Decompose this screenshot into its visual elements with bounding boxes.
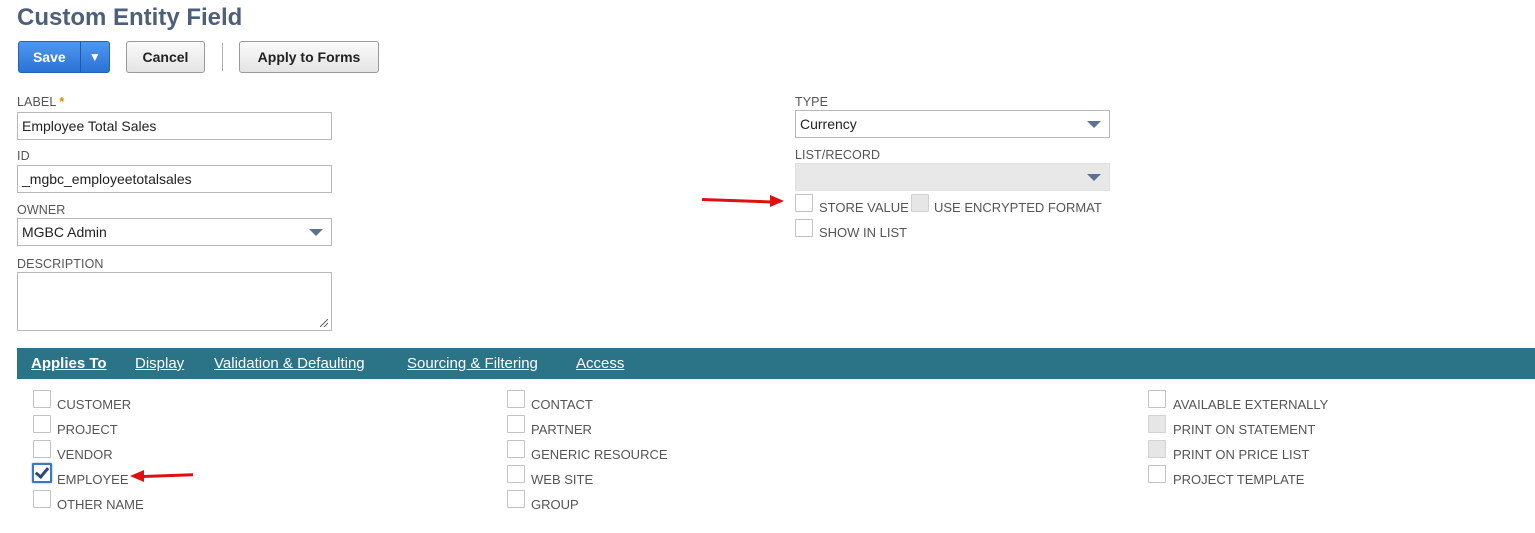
print-on-price-list-checkbox — [1148, 440, 1166, 458]
owner-field-label: OWNER — [17, 203, 66, 217]
chevron-down-icon — [1087, 174, 1101, 181]
store-value-checkbox[interactable] — [795, 194, 813, 212]
cancel-button[interactable]: Cancel — [126, 41, 205, 73]
resize-grip-icon[interactable] — [320, 319, 328, 327]
save-button-group: Save ▼ — [18, 41, 110, 73]
required-mark: * — [59, 95, 65, 109]
tab-validation-defaulting[interactable]: Validation & Defaulting — [214, 355, 365, 372]
print-on-statement-label: PRINT ON STATEMENT — [1173, 422, 1316, 437]
generic-resource-checkbox[interactable] — [507, 440, 525, 458]
partner-checkbox[interactable] — [507, 415, 525, 433]
chevron-down-icon — [1087, 121, 1101, 128]
owner-select-value: MGBC Admin — [22, 224, 107, 240]
description-textarea[interactable] — [17, 272, 332, 331]
employee-checkbox[interactable] — [32, 463, 52, 483]
project-template-checkbox[interactable] — [1148, 465, 1166, 483]
list-record-select — [795, 163, 1110, 191]
group-label: GROUP — [531, 497, 579, 512]
page-title: Custom Entity Field — [17, 4, 243, 31]
group-checkbox[interactable] — [507, 490, 525, 508]
other-name-label: OTHER NAME — [57, 497, 144, 512]
customer-label: CUSTOMER — [57, 397, 132, 412]
list-record-field-label: LIST/RECORD — [795, 148, 881, 162]
project-label: PROJECT — [57, 422, 118, 437]
show-in-list-checkbox[interactable] — [795, 219, 813, 237]
customer-checkbox[interactable] — [33, 390, 51, 408]
save-menu-chevron-down-icon[interactable]: ▼ — [79, 42, 109, 72]
contact-checkbox[interactable] — [507, 390, 525, 408]
partner-label: PARTNER — [531, 422, 592, 437]
annotation-arrow-shaft — [142, 473, 194, 478]
description-field-label: DESCRIPTION — [17, 257, 104, 271]
annotation-arrow-right-icon — [770, 195, 784, 207]
contact-label: CONTACT — [531, 397, 593, 412]
print-on-statement-checkbox — [1148, 415, 1166, 433]
web-site-label: WEB SITE — [531, 472, 594, 487]
project-template-label: PROJECT TEMPLATE — [1173, 472, 1305, 487]
subtab-bar: Applies To Display Validation & Defaulti… — [17, 348, 1535, 379]
project-checkbox[interactable] — [33, 415, 51, 433]
show-in-list-label: SHOW IN LIST — [819, 225, 908, 240]
available-externally-checkbox[interactable] — [1148, 390, 1166, 408]
annotation-arrow-shaft — [701, 198, 773, 204]
use-encrypted-format-checkbox — [911, 194, 929, 212]
annotation-arrow-left-icon — [130, 470, 144, 482]
tab-sourcing-filtering[interactable]: Sourcing & Filtering — [407, 355, 538, 372]
apply-to-forms-button[interactable]: Apply to Forms — [239, 41, 379, 73]
id-field-label: ID — [17, 149, 30, 163]
label-field-label-text: LABEL — [17, 95, 57, 109]
employee-label: EMPLOYEE — [57, 472, 129, 487]
save-button[interactable]: Save — [19, 42, 80, 72]
generic-resource-label: GENERIC RESOURCE — [531, 447, 668, 462]
toolbar-divider — [222, 43, 223, 71]
id-input[interactable]: _mgbc_employeetotalsales — [17, 165, 332, 193]
chevron-down-icon — [309, 229, 323, 236]
vendor-label: VENDOR — [57, 447, 113, 462]
store-value-label: STORE VALUE — [819, 200, 909, 215]
label-input[interactable]: Employee Total Sales — [17, 112, 332, 140]
available-externally-label: AVAILABLE EXTERNALLY — [1173, 397, 1329, 412]
label-field-label: LABEL * — [17, 95, 64, 109]
type-field-label: TYPE — [795, 95, 829, 109]
type-select[interactable]: Currency — [795, 110, 1110, 138]
vendor-checkbox[interactable] — [33, 440, 51, 458]
use-encrypted-format-label: USE ENCRYPTED FORMAT — [934, 200, 1102, 215]
print-on-price-list-label: PRINT ON PRICE LIST — [1173, 447, 1310, 462]
tab-display[interactable]: Display — [135, 355, 184, 372]
tab-applies-to[interactable]: Applies To — [31, 355, 107, 372]
type-select-value: Currency — [800, 116, 857, 132]
other-name-checkbox[interactable] — [33, 490, 51, 508]
web-site-checkbox[interactable] — [507, 465, 525, 483]
tab-access[interactable]: Access — [576, 355, 624, 372]
owner-select[interactable]: MGBC Admin — [17, 218, 332, 246]
